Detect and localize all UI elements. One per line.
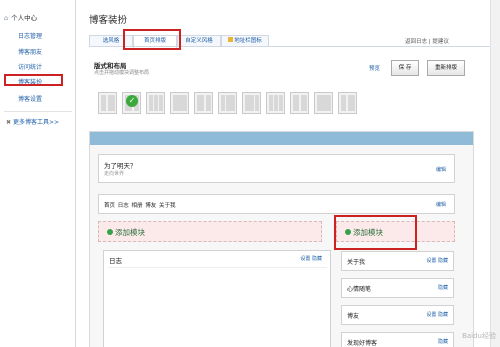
tab-favicon-label: 地址栏图标 [234,38,262,44]
save-button[interactable]: 保 存 [391,60,419,76]
blog-posts-title: 日志 [109,257,122,265]
wrench-icon: ✖ [6,119,12,126]
about-me-title: 关于我 [347,259,366,266]
active-tab-highlight [123,29,181,50]
blog-posts-content [108,267,327,347]
page-title: 博客装扮 [89,15,128,26]
reset-layout-button[interactable]: 重新排版 [427,60,465,76]
mood-notes-module[interactable]: 心情随笔 隐藏 [341,278,454,298]
sidebar-header: ⌂ 个人中心 [4,12,37,22]
blog-subtitle: 走向世界 [104,171,125,177]
discover-blogs-links[interactable]: 隐藏 [438,338,448,345]
nav-edit-link[interactable]: 编辑 [436,201,446,208]
sidebar-item-settings[interactable]: 博客设置 [18,94,42,103]
layout-template[interactable] [146,92,165,114]
add-module-text-left: 添加模块 [115,228,145,237]
blog-posts-links[interactable]: 设置 隐藏 [300,255,322,262]
plus-icon [107,229,113,235]
blog-friends-module[interactable]: 博友 设置 隐藏 [341,305,454,325]
header-edit-link[interactable]: 编辑 [436,166,446,173]
layout-template[interactable] [242,92,261,114]
blog-posts-module[interactable]: 日志 设置 隐藏 [103,250,331,347]
layout-template[interactable] [170,92,189,114]
layout-template[interactable] [266,92,285,114]
mood-notes-links[interactable]: 隐藏 [438,284,448,291]
preview-link[interactable]: 预览 [369,64,380,72]
more-tools-link[interactable]: ✖ 更多博客工具>> [6,117,59,126]
blog-header-module[interactable]: 为了明天？ 走向世界 编辑 [98,154,455,183]
layout-template[interactable] [218,92,237,114]
layout-template[interactable] [338,92,357,114]
layout-editor: 为了明天？ 走向世界 编辑 首页 日志 相册 博友 关于我 编辑 添加模块 添加… [89,131,474,347]
home-icon: ⌂ [4,14,9,22]
active-item-highlight [4,74,63,86]
nav-items: 首页 日志 相册 博友 关于我 [104,203,176,209]
layout-template[interactable] [290,92,309,114]
sidebar-header-label: 个人中心 [11,14,38,22]
layout-template[interactable] [98,92,117,114]
layout-template[interactable] [314,92,333,114]
favicon-icon [228,37,234,42]
scrollbar[interactable] [490,0,500,347]
add-module-label-left: 添加模块 [107,227,145,238]
check-icon: ✓ [126,95,138,107]
blog-title: 为了明天？ [104,162,137,170]
sidebar-item-friends[interactable]: 博客朋友 [18,47,42,56]
nav-module[interactable]: 首页 日志 相册 博友 关于我 编辑 [98,194,455,214]
back-link[interactable]: 返回日志 | 提建议 [405,37,449,45]
layout-template[interactable] [194,92,213,114]
watermark: Baidu经验 [462,332,496,340]
sidebar: ⌂ 个人中心 日志管理 博客朋友 访问统计 博客装扮 博客设置 ✖ 更多博客工具>> [0,0,76,347]
discover-blogs-title: 发现好博客 [347,340,378,347]
about-me-links[interactable]: 设置 隐藏 [426,257,448,264]
layout-template-selected[interactable]: ✓ [122,92,141,114]
layout-description: 点击并拖动模块调整布局 [94,70,150,76]
sidebar-divider [4,111,72,112]
editor-top-bar [90,132,473,145]
sidebar-item-posts[interactable]: 日志管理 [18,31,42,40]
blog-friends-title: 博友 [347,313,360,320]
add-module-highlight [334,215,417,250]
main-content: 博客装扮 返回日志 | 提建议 选风格 首页排版 自定义风格 地址栏图标 版式和… [76,0,500,347]
add-module-zone-left[interactable]: 添加模块 [98,221,322,242]
blog-friends-links[interactable]: 设置 隐藏 [426,311,448,318]
mood-notes-title: 心情随笔 [347,286,372,293]
discover-blogs-module[interactable]: 发现好博客 隐藏 [341,332,454,347]
more-tools-label: 更多博客工具>> [13,119,60,126]
about-me-module[interactable]: 关于我 设置 隐藏 [341,251,454,271]
sidebar-item-stats[interactable]: 访问统计 [18,62,42,71]
